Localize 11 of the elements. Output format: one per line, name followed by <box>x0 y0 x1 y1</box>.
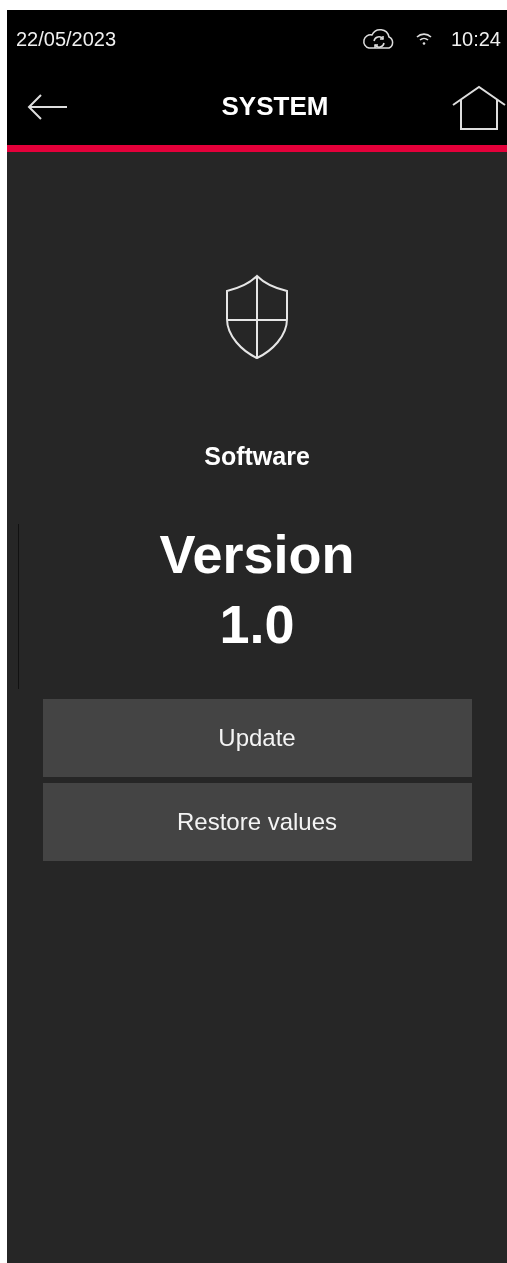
clock-text: 10:24 <box>450 27 501 51</box>
version-text: Version <box>159 523 355 586</box>
page-title: SYSTEM <box>221 91 329 122</box>
date-text: 22/05/2023 <box>16 27 117 51</box>
back-arrow-icon[interactable] <box>27 92 69 121</box>
action-button[interactable]: Restore values <box>42 783 472 861</box>
action-button[interactable]: Update <box>42 699 472 777</box>
version-text: 1.0 <box>219 593 295 656</box>
section-label: Software <box>204 442 310 471</box>
wifi-icon <box>414 31 433 47</box>
home-icon[interactable] <box>451 84 507 131</box>
